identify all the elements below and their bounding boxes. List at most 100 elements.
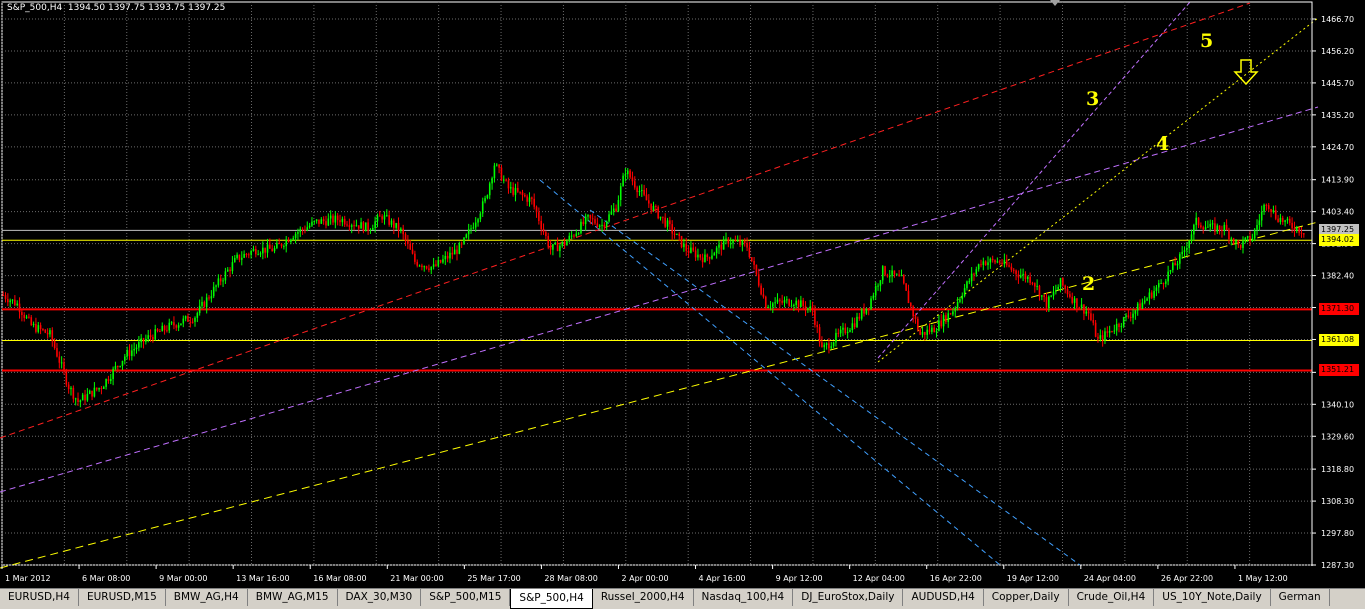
candle-body [603,224,606,227]
chart-tab[interactable]: Copper,Daily [984,589,1069,606]
chart-tab[interactable]: BMW_AG,H4 [166,589,248,606]
candle-body [238,254,241,260]
candle-body [795,300,797,305]
candle-body [444,255,447,260]
candle-body [493,165,496,179]
candle-body [818,327,821,343]
price-chart[interactable]: 1466.70 1456.20 1445.70 1435.20 1424.70 1413.… [0,0,1365,588]
candle-body [786,299,788,301]
time-axis-label: 1 May 12:00 [1238,574,1288,583]
candle-body [1055,290,1057,292]
candle-body [952,311,954,315]
candle-body [655,205,657,207]
candle-body [1029,276,1031,283]
chart-tab[interactable]: German [1271,589,1330,606]
candle-body [1195,217,1198,225]
candle-body [1157,283,1160,288]
price-axis-label: 1445.70 [1321,79,1354,88]
candle-body [821,342,823,348]
candle-body [39,325,42,330]
candle-body [327,218,330,226]
candle-body [1090,313,1092,321]
candle-body [1132,313,1134,318]
candle-body [671,224,674,234]
candle-body [1256,225,1258,230]
candle-body [1291,222,1293,229]
candle-body [311,221,313,226]
candle-body [800,300,802,307]
chart-tab[interactable]: Russel_2000,H4 [593,589,694,606]
price-axis-label: 1318.80 [1321,465,1354,474]
candle-body [219,278,222,282]
candle-body [715,247,718,254]
chart-tab[interactable]: S&P_500,H4 [510,589,593,609]
candle-body [70,387,72,390]
candle-body [479,213,482,220]
candle-body [154,329,157,340]
candle-body [781,301,783,303]
candle-body [938,320,940,331]
candle-body [561,241,564,246]
candle-body [418,265,421,267]
candle-body [93,387,96,397]
candle-body [617,200,620,212]
candle-body [619,186,622,201]
candle-body [126,350,128,357]
candle-body [568,235,571,241]
chart-tab[interactable]: S&P_500,M15 [421,589,511,606]
candle-body [1239,244,1242,248]
candle-body [949,313,952,315]
time-axis-label: 2 Apr 00:00 [621,574,668,583]
candle-body [439,260,442,263]
candle-body [533,198,535,207]
chart-tab[interactable]: DAX_30,M30 [338,589,422,606]
yellow-trendline-2 [0,221,1319,569]
candle-body [893,270,896,275]
chart-tab[interactable]: AUDUSD,H4 [903,589,984,606]
candle-body [914,316,917,319]
chart-tab[interactable]: EURUSD,H4 [0,589,79,606]
candle-body [262,247,264,254]
candle-body [1134,310,1137,314]
candle-body [547,236,550,247]
candle-body [741,240,744,246]
chart-tab[interactable]: US_10Y_Note,Daily [1154,589,1271,606]
candle-body [928,329,931,332]
candle-body [7,299,9,303]
candle-body [1293,228,1296,232]
candle-body [982,261,985,265]
candle-body [453,249,456,255]
candle-body [793,304,795,306]
candle-body [517,187,519,192]
candle-body [222,280,224,282]
candle-body [2,295,4,297]
candle-body [264,247,266,253]
scroll-marker-icon [1050,0,1060,6]
trendlines[interactable] [0,1,1319,569]
candle-body [764,296,767,308]
chart-tab[interactable]: DJ_EuroStox,Daily [793,589,904,606]
candle-body [449,252,451,259]
candle-body [1017,274,1020,278]
chart-window[interactable]: 1466.70 1456.20 1445.70 1435.20 1424.70 1413.… [0,0,1365,588]
chart-tab[interactable]: Crude_Oil,H4 [1069,589,1155,606]
candle-body [1263,204,1265,212]
chart-tab[interactable]: BMW_AG,M15 [248,589,338,606]
candle-body [519,191,521,193]
candle-body [1059,278,1062,287]
candle-body [601,224,603,226]
candle-body [318,219,320,224]
candle-body [549,246,552,250]
candle-body [1281,217,1284,222]
chart-tab[interactable]: Nasdaq_100,H4 [694,589,794,606]
candle-body [580,221,582,234]
candle-body [1183,250,1186,252]
candle-body [1015,270,1017,275]
candle-body [1153,290,1155,298]
candle-body [1249,236,1251,241]
candle-body [334,215,337,223]
time-axis-label: 24 Apr 04:00 [1084,574,1136,583]
chart-tab[interactable]: EURUSD,M15 [79,589,166,606]
candle-body [1115,323,1118,331]
candle-body [236,254,238,259]
